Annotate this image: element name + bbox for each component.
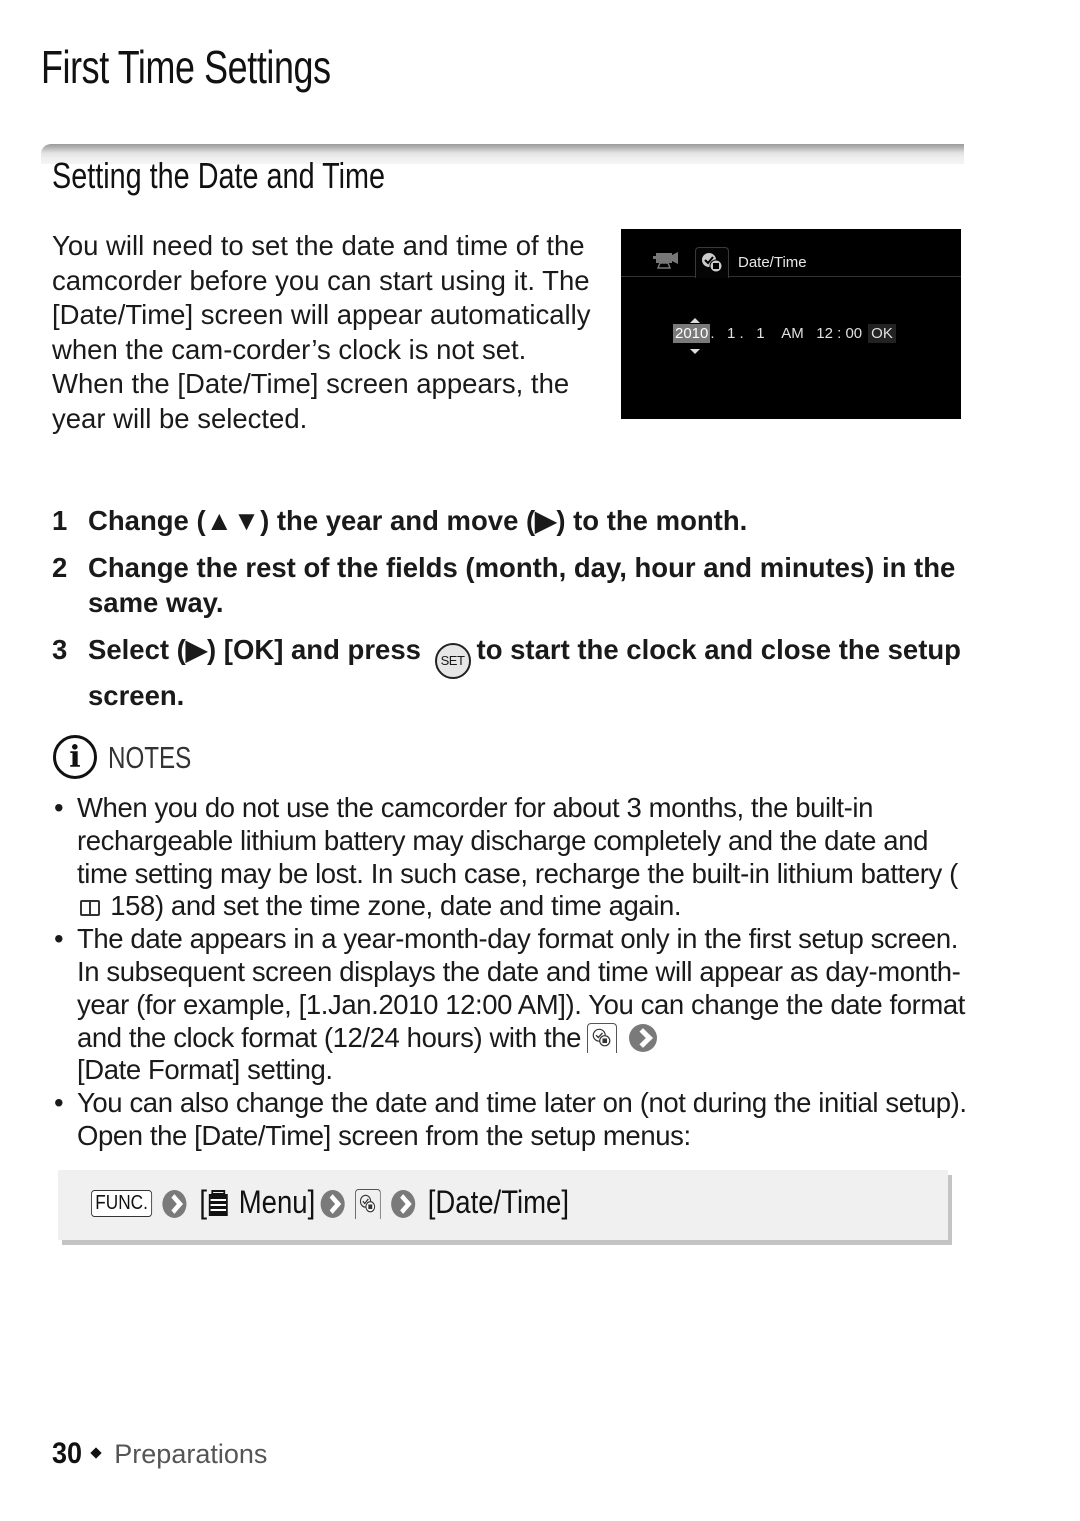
chevron-right-icon <box>320 1190 345 1218</box>
text: Select ( <box>88 634 186 665</box>
lcd-tab-divider <box>621 276 961 277</box>
text: ) the year and move ( <box>260 505 536 536</box>
note-item: • When you do not use the camcorder for … <box>52 792 972 923</box>
note-text: You can also change the date and time la… <box>77 1087 967 1151</box>
lcd-screenshot: Date/Time 2010. 1 . 1 AM 12 : 00 OK <box>621 229 961 419</box>
book-reference-icon <box>80 900 100 917</box>
page-reference-link[interactable]: 158 <box>110 890 155 921</box>
date-time-label: [Date/Time] <box>427 1184 569 1220</box>
menu-icon <box>208 1190 228 1216</box>
step-number: 3 <box>52 634 68 665</box>
step-3: 3 Select (▶) [OK] and press SET to start … <box>52 633 972 714</box>
intro-text: You will need to set the date and time o… <box>52 229 612 436</box>
note-item: • You can also change the date and time … <box>52 1087 972 1153</box>
notes-list: • When you do not use the camcorder for … <box>52 792 972 1153</box>
note-text: ) and set the time zone, date and time a… <box>154 890 682 922</box>
step-text: Change the rest of the fields (month, da… <box>88 552 956 618</box>
bullet: • <box>54 792 64 823</box>
up-down-arrows-icon: ▲▼ <box>205 505 261 536</box>
lcd-ok-button: OK <box>868 324 896 343</box>
chevron-right-icon <box>390 1190 415 1218</box>
lcd-year-field: 2010 <box>673 324 711 343</box>
setup-tab <box>695 247 729 278</box>
right-arrow-icon: ▶ <box>185 634 207 665</box>
separator: . <box>710 325 728 342</box>
text: ) to the month. <box>556 505 748 536</box>
lcd-day-field: 1 <box>756 325 765 342</box>
separator: : <box>832 325 846 342</box>
setup-icon <box>702 253 723 273</box>
separator: . <box>735 325 757 342</box>
func-button: FUNC. <box>91 1190 153 1217</box>
step-number: 1 <box>52 505 68 536</box>
text: ) [OK] and press <box>206 634 421 665</box>
step-text: Change (▲▼) the year and move (▶) to the… <box>88 504 972 539</box>
section-title: Setting the Date and Time <box>52 155 385 196</box>
text: Change ( <box>88 505 206 536</box>
info-icon: i <box>53 735 97 779</box>
lcd-date-fields: 2010. 1 . 1 AM 12 : 00 OK <box>673 324 896 343</box>
lcd-ampm-field: AM <box>781 325 804 342</box>
page-title: First Time Settings <box>41 41 331 93</box>
step-2: 2 Change the rest of the fields (month, … <box>52 551 972 620</box>
setup-menu-icon <box>354 1189 381 1219</box>
setup-menu-icon <box>587 1022 618 1053</box>
lcd-minute-field: 00 <box>845 325 863 342</box>
lcd-hour-field: 12 <box>816 325 833 342</box>
step-number: 2 <box>52 552 68 583</box>
bullet: • <box>54 923 64 955</box>
note-item: • The date appears in a year-month-day f… <box>52 923 972 1087</box>
chevron-right-icon <box>162 1190 187 1218</box>
right-arrow-icon: ▶ <box>535 505 557 536</box>
bullet: • <box>54 1087 64 1119</box>
menu-label: Menu] <box>238 1184 316 1220</box>
page-footer: 30 Preparations <box>52 1437 267 1471</box>
menu-path-box: FUNC. [ Menu] [Date/Time] <box>58 1170 948 1240</box>
step-1: 1 Change (▲▼) the year and move (▶) to t… <box>52 504 972 539</box>
lcd-title: Date/Time <box>738 254 807 271</box>
menu-path: FUNC. [ Menu] [Date/Time] <box>91 1184 569 1221</box>
note-text: When you do not use the camcorder for ab… <box>77 792 958 889</box>
step-text: Select (▶) [OK] and press SET to start th… <box>88 633 972 714</box>
page-number: 30 <box>52 1437 83 1470</box>
arrow-up-icon <box>690 318 700 323</box>
note-text: [Date Format] setting. <box>77 1054 333 1086</box>
camcorder-icon <box>653 252 678 269</box>
diamond-icon <box>90 1447 102 1459</box>
arrow-down-icon <box>690 349 700 354</box>
note-text: The date appears in a year-month-day for… <box>77 923 966 1053</box>
footer-section: Preparations <box>114 1439 268 1469</box>
intro-paragraph: When the [Date/Time] screen appears, the… <box>52 368 570 434</box>
set-button-icon: SET <box>434 643 471 679</box>
notes-label: NOTES <box>108 740 192 775</box>
intro-paragraph: You will need to set the date and time o… <box>52 230 591 365</box>
chevron-right-icon <box>629 1023 658 1052</box>
bracket: [ <box>199 1184 208 1220</box>
